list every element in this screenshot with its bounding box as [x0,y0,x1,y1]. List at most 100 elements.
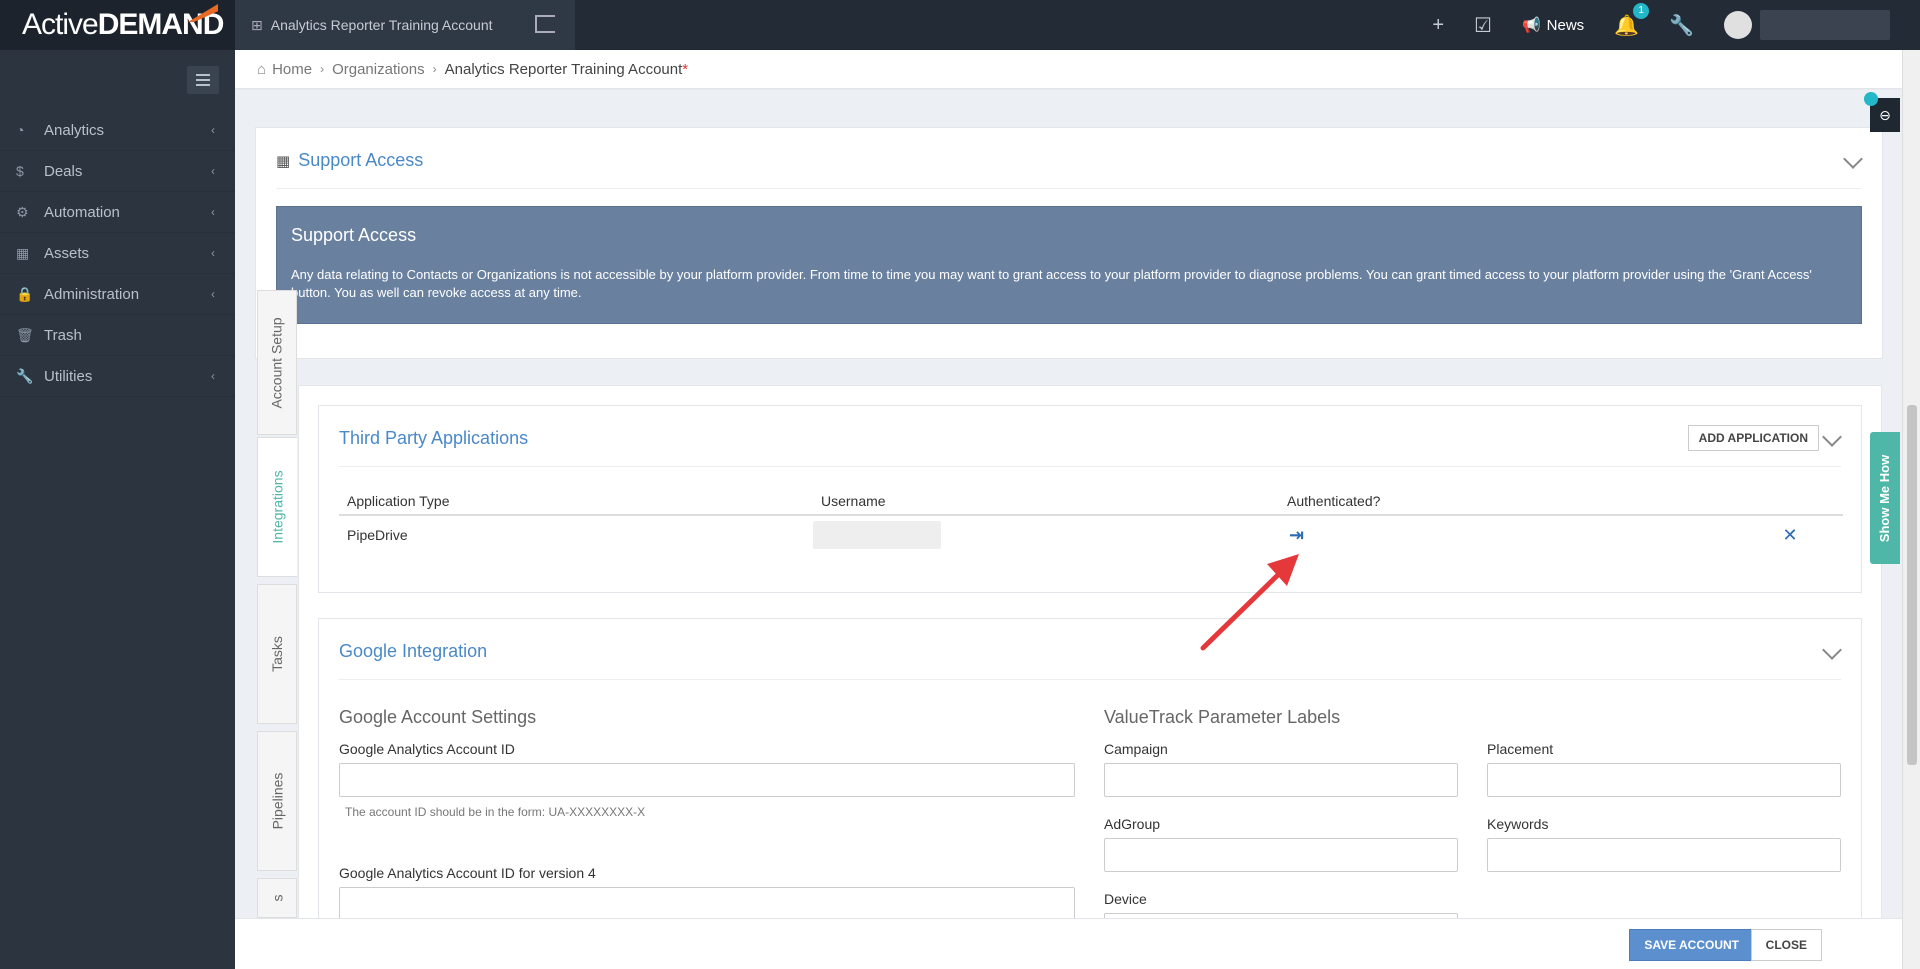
tab-label: Tasks [268,636,285,672]
campaign-input[interactable] [1104,763,1458,797]
breadcrumb: ⌂ Home › Organizations › Analytics Repor… [235,50,1902,88]
home-icon: ⌂ [257,60,267,78]
sitemap-icon: ⊞ [251,16,263,33]
sidebar-item-label: Deals [44,162,83,180]
sidebar-item-label: Utilities [44,367,93,385]
chevron-down-icon[interactable] [1822,640,1842,660]
google-account-settings-heading: Google Account Settings [339,707,537,727]
support-access-panel: ▦ Support Access Support Access Any data… [255,127,1883,359]
plus-icon[interactable]: + [1432,14,1444,37]
chevron-down-icon[interactable] [1843,149,1863,169]
ga-account-id-help: The account ID should be in the form: UA… [345,805,646,819]
tab-pipelines[interactable]: Pipelines [257,731,297,871]
sidebar-item-utilities[interactable]: 🔧 Utilities ‹ [0,356,235,397]
cell-authenticated: ⇥ [1287,525,1737,546]
breadcrumb-current: Analytics Reporter Training Account [444,60,683,78]
tree-view-icon[interactable] [535,15,555,33]
collapse-panel-button[interactable]: ⊖ [1864,92,1900,132]
top-bar: Active DEMAND ⊞ Analytics Reporter Traini… [0,0,1920,50]
adgroup-input[interactable] [1104,838,1458,872]
page-scrollbar[interactable] [1902,50,1920,969]
support-access-title[interactable]: ▦ Support Access [276,150,423,171]
sidebar-item-deals[interactable]: $ Deals ‹ [0,151,235,192]
device-label: Device [1104,891,1147,907]
chevron-left-icon: ‹ [211,369,215,383]
news-label: News [1546,16,1585,34]
placement-input[interactable] [1487,763,1841,797]
logo[interactable]: Active DEMAND [0,0,235,50]
chevron-down-icon[interactable] [1822,427,1842,447]
save-account-button[interactable]: SAVE ACCOUNT [1629,929,1754,961]
col-username: Username [821,493,886,509]
campaign-label: Campaign [1104,741,1168,757]
wrench-icon: 🔧 [16,367,34,384]
third-party-title[interactable]: Third Party Applications [339,428,528,449]
arrow-left-circle-icon: ⊖ [1879,106,1891,123]
sidebar-item-label: Analytics [44,121,105,139]
chevron-left-icon: ‹ [211,287,215,301]
tab-tasks[interactable]: Tasks [257,584,297,724]
bell-icon[interactable]: 🔔 1 [1614,2,1650,38]
ga-account-id-input[interactable] [339,763,1075,797]
col-authenticated: Authenticated? [1287,493,1381,509]
applications-table: Application Type Username Authenticated?… [339,488,1843,554]
keywords-label: Keywords [1487,816,1549,832]
user-name-redacted [1760,10,1890,40]
sidebar-item-assets[interactable]: ▦ Assets ‹ [0,233,235,274]
hamburger-menu-icon[interactable] [187,66,219,94]
dollar-icon: $ [16,163,24,179]
tab-account-setup[interactable]: Account Setup [257,290,297,435]
keywords-input[interactable] [1487,838,1841,872]
sidebar-item-administration[interactable]: 🔒 Administration ‹ [0,274,235,315]
placement-label: Placement [1487,741,1554,757]
google-integration-title[interactable]: Google Integration [339,641,487,662]
table-icon: ▦ [276,152,291,170]
chevron-left-icon: ‹ [211,123,215,137]
megaphone-icon: 📢 [1521,17,1541,34]
calendar-check-icon[interactable]: ☑ [1474,13,1492,38]
third-party-panel: Third Party Applications ADD APPLICATION… [318,405,1862,593]
wrench-icon[interactable]: 🔧 [1669,13,1694,38]
delete-icon[interactable]: ✕ [1782,525,1797,545]
support-access-title-text: Support Access [298,150,424,170]
user-menu[interactable] [1724,10,1890,40]
breadcrumb-organizations[interactable]: Organizations [332,61,425,78]
news-button[interactable]: 📢 News [1521,16,1585,35]
divider [339,679,1841,680]
footer-bar: SAVE ACCOUNT CLOSE [235,918,1902,969]
valuetrack-heading: ValueTrack Parameter Labels [1104,707,1341,727]
sidebar-item-label: Assets [44,244,90,262]
grid-icon: ▦ [16,244,30,261]
sidebar-item-label: Trash [44,326,82,344]
chevron-left-icon: ‹ [211,205,215,219]
top-right-toolbar: + ☑ 📢 News 🔔 1 🔧 [1432,0,1890,50]
tab-label: s [269,894,285,902]
tab-integrations[interactable]: Integrations [257,437,297,577]
chevron-right-icon: › [320,62,325,76]
username-redacted [813,521,941,549]
close-button[interactable]: CLOSE [1750,929,1822,961]
google-integration-panel: Google Integration Google Account Settin… [318,618,1862,969]
breadcrumb-home[interactable]: Home [272,61,312,78]
tab-label: Account Setup [269,316,285,409]
notification-badge: 1 [1633,2,1650,19]
ga4-account-id-input[interactable] [339,887,1075,921]
info-box-title: Support Access [291,225,417,245]
dashboard-icon: ◔ [16,122,25,138]
add-application-button[interactable]: ADD APPLICATION [1687,425,1819,451]
sidebar-nav: ◔ Analytics ‹ $ Deals ‹ ⚙ Automation ‹ ▦ Assets… [0,110,235,397]
show-me-how-label: Show Me How [1877,454,1893,542]
sidebar-item-automation[interactable]: ⚙ Automation ‹ [0,192,235,233]
ga-account-id-label: Google Analytics Account ID [339,741,515,757]
sidebar-item-label: Automation [44,203,120,221]
chevron-right-icon: › [432,62,437,76]
show-me-how-button[interactable]: Show Me How [1870,432,1900,564]
account-switcher[interactable]: ⊞ Analytics Reporter Training Account [235,0,575,50]
tab-more[interactable]: s [257,878,297,918]
sidebar-item-analytics[interactable]: ◔ Analytics ‹ [0,110,235,151]
info-box-text: Any data relating to Contacts or Organiz… [291,267,1812,300]
sidebar-item-trash[interactable]: 🗑 Trash [0,315,235,356]
scrollbar-thumb[interactable] [1907,405,1917,765]
cell-actions: ✕ [1737,525,1843,546]
logo-text-active: Active [22,8,99,41]
